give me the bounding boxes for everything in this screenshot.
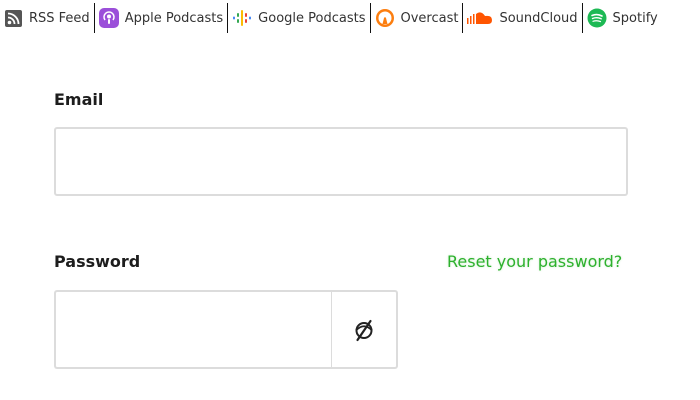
spotify-label: Spotify: [612, 10, 658, 26]
soundcloud-label: SoundCloud: [499, 10, 578, 26]
apple-podcasts-label: Apple Podcasts: [124, 10, 224, 26]
rss-feed-link[interactable]: RSS Feed: [0, 3, 95, 33]
apple-podcasts-link[interactable]: Apple Podcasts: [95, 3, 229, 33]
spotify-icon: [587, 8, 607, 28]
password-label: Password: [54, 252, 141, 271]
toggle-password-visibility-button[interactable]: [331, 290, 398, 369]
apple-podcasts-icon: [98, 8, 119, 28]
spotify-link[interactable]: Spotify: [583, 3, 662, 33]
email-label: Email: [54, 90, 104, 109]
email-field[interactable]: [54, 127, 628, 196]
reset-password-link[interactable]: Reset your password?: [447, 252, 622, 271]
rss-icon: [3, 8, 23, 28]
google-podcasts-label: Google Podcasts: [258, 10, 366, 26]
overcast-label: Overcast: [400, 10, 459, 26]
soundcloud-icon: [467, 8, 493, 28]
password-field[interactable]: [54, 290, 332, 369]
soundcloud-link[interactable]: SoundCloud: [463, 3, 583, 33]
google-podcasts-icon: [232, 8, 252, 28]
eye-off-icon: [352, 318, 376, 342]
overcast-icon: [375, 8, 395, 28]
google-podcasts-link[interactable]: Google Podcasts: [228, 3, 371, 33]
podcast-links-bar: RSS Feed Apple Podcasts Google Podcasts …: [0, 0, 700, 36]
rss-feed-label: RSS Feed: [29, 10, 90, 26]
overcast-link[interactable]: Overcast: [371, 3, 464, 33]
